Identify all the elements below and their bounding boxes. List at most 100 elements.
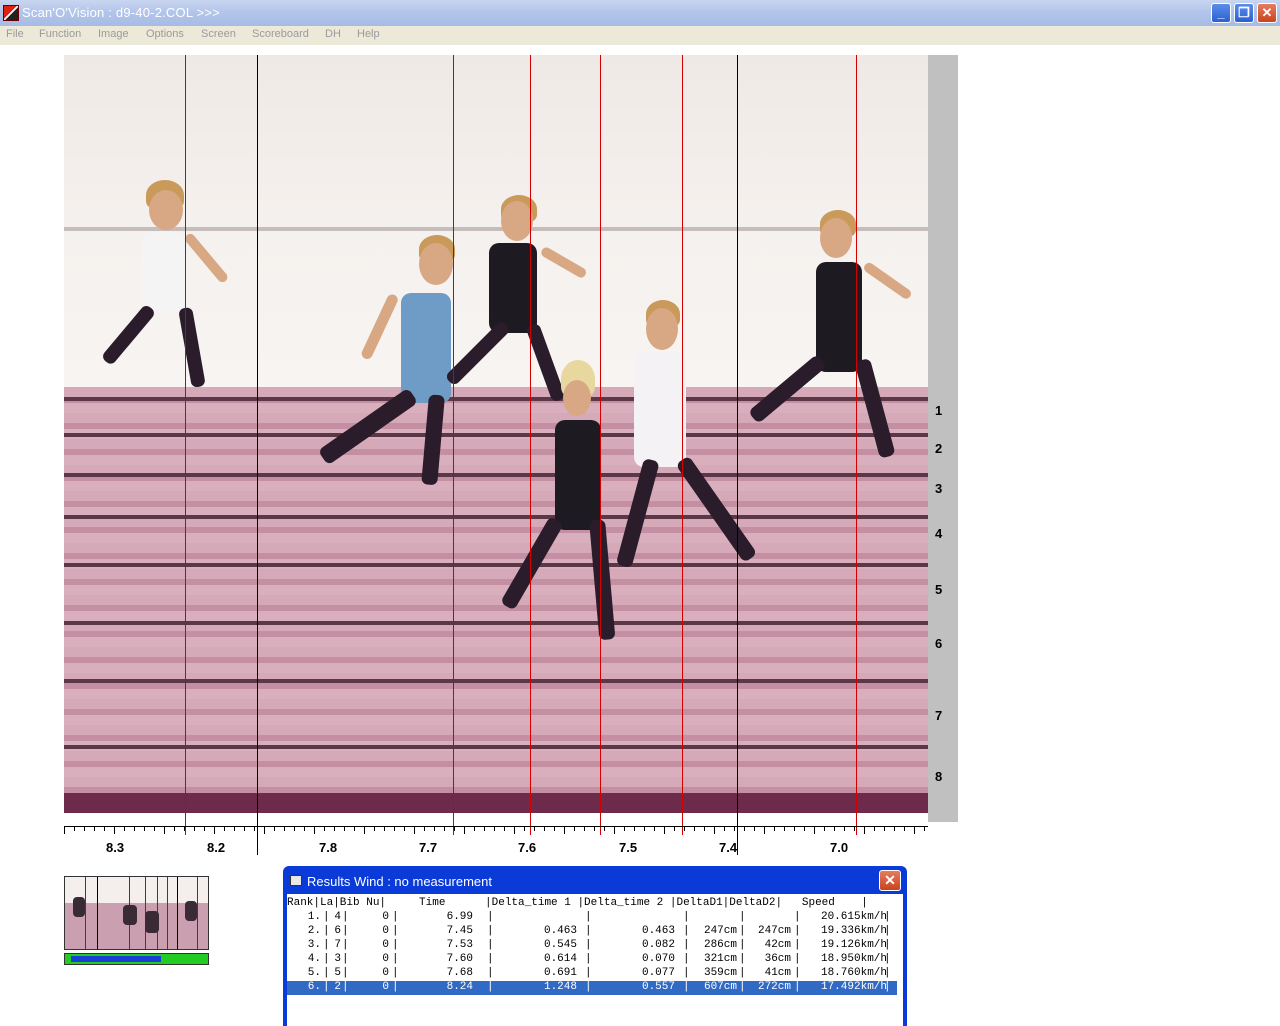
scale-tick [104,827,105,831]
finish-line[interactable] [257,55,258,855]
column-separator: | [884,967,891,979]
cell-rank: 2. [307,925,321,937]
time-scale [64,826,928,835]
column-separator: | [323,967,330,979]
runner [615,300,774,620]
scale-label: 8.3 [106,840,125,855]
scale-tick [564,827,565,834]
scale-tick [154,827,155,831]
cell-lane: 6 [334,925,341,937]
navigator-thumb[interactable] [71,956,161,962]
navigator-scrollbar[interactable] [64,953,209,965]
column-separator: | [683,925,690,937]
cell-dd1: 321cm [703,953,737,965]
runner [747,210,924,490]
cell-dt2: 0.082 [641,939,675,951]
menu-file[interactable]: File [6,28,24,40]
scale-tick [604,827,605,831]
results-close-button[interactable]: ✕ [879,870,901,891]
cell-dt2: 0.557 [641,981,675,993]
column-separator: | [739,967,746,979]
scale-tick [754,827,755,831]
cursor-line[interactable] [737,55,738,855]
lane-number: 7 [935,708,943,723]
cell-speed: 19.126km/h [820,939,887,951]
scale-tick [764,827,765,834]
cell-dd2: 247cm [757,925,791,937]
results-row[interactable]: 3. 7 0 7.53 0.545 0.082 286cm 42cm 19.126km/h | | |… [287,939,897,953]
timing-line[interactable] [185,55,186,835]
cell-time: 7.53 [446,939,473,951]
scale-tick [654,827,655,831]
menu-image[interactable]: Image [98,28,129,40]
timing-line[interactable] [530,55,531,835]
scale-tick [404,827,405,831]
minimize-button[interactable]: _ [1211,3,1231,23]
timing-line[interactable] [682,55,683,835]
scale-tick [414,827,415,834]
close-button[interactable]: ✕ [1257,3,1277,23]
track-edge [64,793,928,813]
scale-tick [834,827,835,831]
cell-dt1: 0.691 [543,967,577,979]
scale-tick [354,827,355,831]
printer-icon[interactable] [290,875,302,886]
results-row[interactable]: 5. 5 0 7.68 0.691 0.077 359cm 41cm 18.760km/h | | |… [287,967,897,981]
scale-tick [574,827,575,831]
timing-line[interactable] [453,55,454,835]
results-row[interactable]: 4. 3 0 7.60 0.614 0.070 321cm 36cm 18.950km/h | | |… [287,953,897,967]
column-separator: | [585,953,592,965]
photo-finish-image[interactable] [64,55,928,813]
scale-label: 8.2 [207,840,226,855]
column-separator: | [392,953,399,965]
scale-tick [174,827,175,831]
scale-tick [124,827,125,831]
scale-tick [464,827,465,834]
timing-line[interactable] [856,55,857,835]
scale-tick [784,827,785,831]
results-title: Results Wind : no measurement [307,874,492,889]
thumbnail-preview[interactable] [64,876,209,950]
scale-tick [714,827,715,834]
lane-number: 6 [935,636,943,651]
lane-line [64,621,928,625]
results-row[interactable]: 1. 4 0 6.99 20.615km/h | | | | | | | | | [287,911,897,925]
window-title: Scan'O'Vision : d9-40-2.COL >>> [22,5,220,20]
column-separator: | [585,967,592,979]
menu-function[interactable]: Function [39,28,81,40]
menu-options[interactable]: Options [146,28,184,40]
lane-line [64,745,928,749]
lane-number: 2 [935,441,943,456]
scale-tick [244,827,245,831]
scale-label: 7.7 [419,840,438,855]
scale-tick [394,827,395,831]
scale-tick [324,827,325,831]
column-separator: | [392,981,399,993]
scale-tick [434,827,435,831]
scale-tick [614,827,615,834]
timing-line[interactable] [600,55,601,835]
cell-speed: 19.336km/h [820,925,887,937]
scale-tick [454,827,455,831]
scale-tick [644,827,645,831]
column-separator: | [794,967,801,979]
menu-help[interactable]: Help [357,28,380,40]
cell-bib: 0 [382,953,389,965]
scale-tick [214,827,215,834]
column-separator: | [739,981,746,993]
menu-scoreboard[interactable]: Scoreboard [252,28,309,40]
scale-tick [874,827,875,831]
cell-dt1: 1.248 [543,981,577,993]
cell-lane: 7 [334,939,341,951]
maximize-button[interactable]: ❐ [1234,3,1254,23]
cell-dt2: 0.463 [641,925,675,937]
results-row[interactable]: 2. 6 0 7.45 0.463 0.463 247cm 247cm 19.336km/h | |… [287,925,897,939]
menu-dh[interactable]: DH [325,28,341,40]
menu-screen[interactable]: Screen [201,28,236,40]
app-icon [3,5,19,21]
column-separator: | [342,925,349,937]
scale-tick [894,827,895,831]
results-row[interactable]: 6. 2 0 8.24 1.248 0.557 607cm 272cm 17.492km/h | |… [287,981,897,995]
scale-tick [504,827,505,831]
column-separator: | [585,925,592,937]
